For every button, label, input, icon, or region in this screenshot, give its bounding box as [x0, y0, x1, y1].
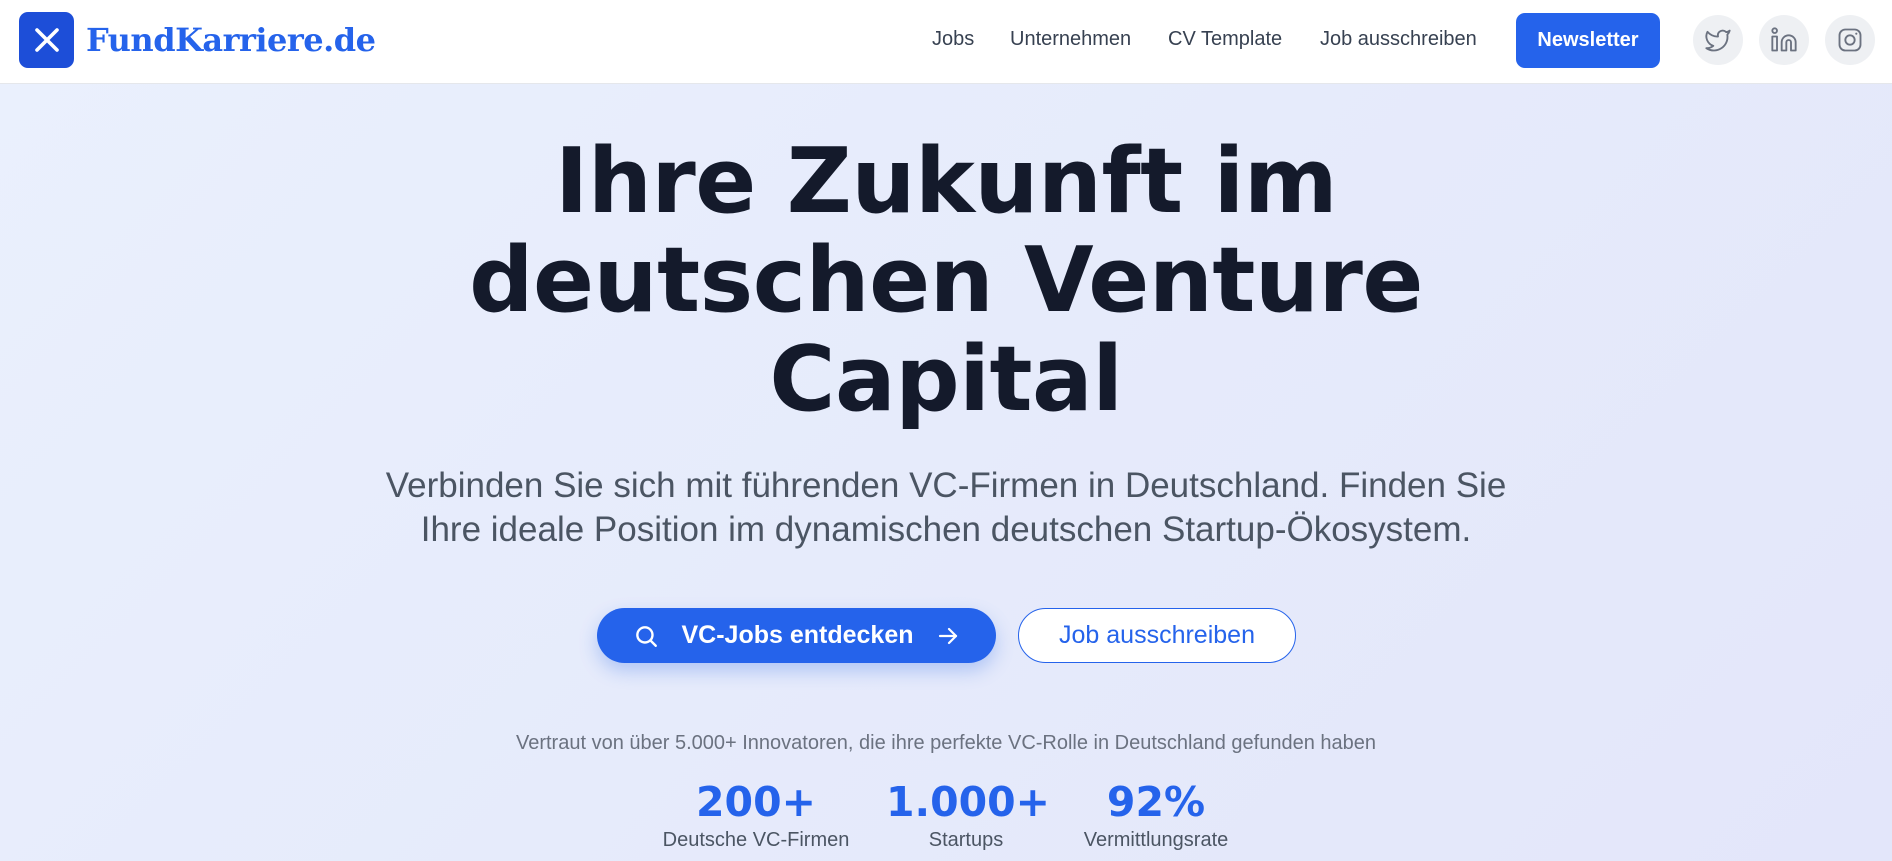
hero-subtitle-line: Verbinden Sie sich mit führenden VC-Firm… — [385, 466, 1507, 505]
linkedin-link[interactable] — [1759, 15, 1809, 65]
hero-title: Ihre Zukunft im deutschen Venture Capita… — [346, 132, 1546, 429]
twitter-link[interactable] — [1693, 15, 1743, 65]
post-job-button[interactable]: Job ausschreiben — [1018, 608, 1296, 663]
hero-subtitle: Verbinden Sie sich mit führenden VC-Firm… — [346, 464, 1546, 552]
stat-startups: 1.000+ Startups — [886, 778, 1051, 854]
stat-label: Startups — [928, 829, 1004, 851]
nav-link-unternehmen[interactable]: Unternehmen — [1010, 26, 1131, 52]
search-icon — [633, 623, 659, 649]
stat-value: 1.000+ — [886, 778, 1051, 826]
twitter-icon — [1705, 29, 1731, 52]
stat-value: 92% — [1106, 778, 1206, 826]
discover-vc-jobs-button[interactable]: VC-Jobs entdecken — [597, 608, 996, 663]
nav-link-cv-template[interactable]: CV Template — [1168, 26, 1282, 52]
linkedin-icon — [1771, 27, 1797, 52]
stat-value: 200+ — [696, 778, 816, 826]
top-navbar: FundKarriere.de Jobs Unternehmen CV Temp… — [0, 0, 1892, 84]
hero-subtitle-line: Ihre ideale Position im dynamischen deut… — [420, 510, 1472, 549]
hero-title-line: deutschen Venture — [469, 228, 1423, 333]
stat-placement-rate: 92% Vermittlungsrate — [1076, 778, 1236, 854]
hero-title-line: Ihre Zukunft im — [554, 129, 1338, 234]
instagram-link[interactable] — [1825, 15, 1875, 65]
nav-link-jobs[interactable]: Jobs — [932, 26, 974, 52]
arrow-right-icon — [936, 624, 960, 648]
hero-title-line: Capital — [769, 327, 1123, 432]
nav-link-job-ausschreiben[interactable]: Job ausschreiben — [1320, 26, 1477, 52]
stat-label: Deutsche VC-Firmen — [662, 829, 850, 851]
stat-vc-firms: 200+ Deutsche VC-Firmen — [652, 778, 860, 854]
discover-vc-jobs-label: VC-Jobs entdecken — [681, 621, 914, 649]
stat-label: Vermittlungsrate — [1083, 829, 1229, 851]
trust-statement: Vertraut von über 5.000+ Innovatoren, di… — [515, 732, 1377, 754]
instagram-icon — [1838, 28, 1862, 52]
newsletter-button[interactable]: Newsletter — [1516, 13, 1660, 68]
